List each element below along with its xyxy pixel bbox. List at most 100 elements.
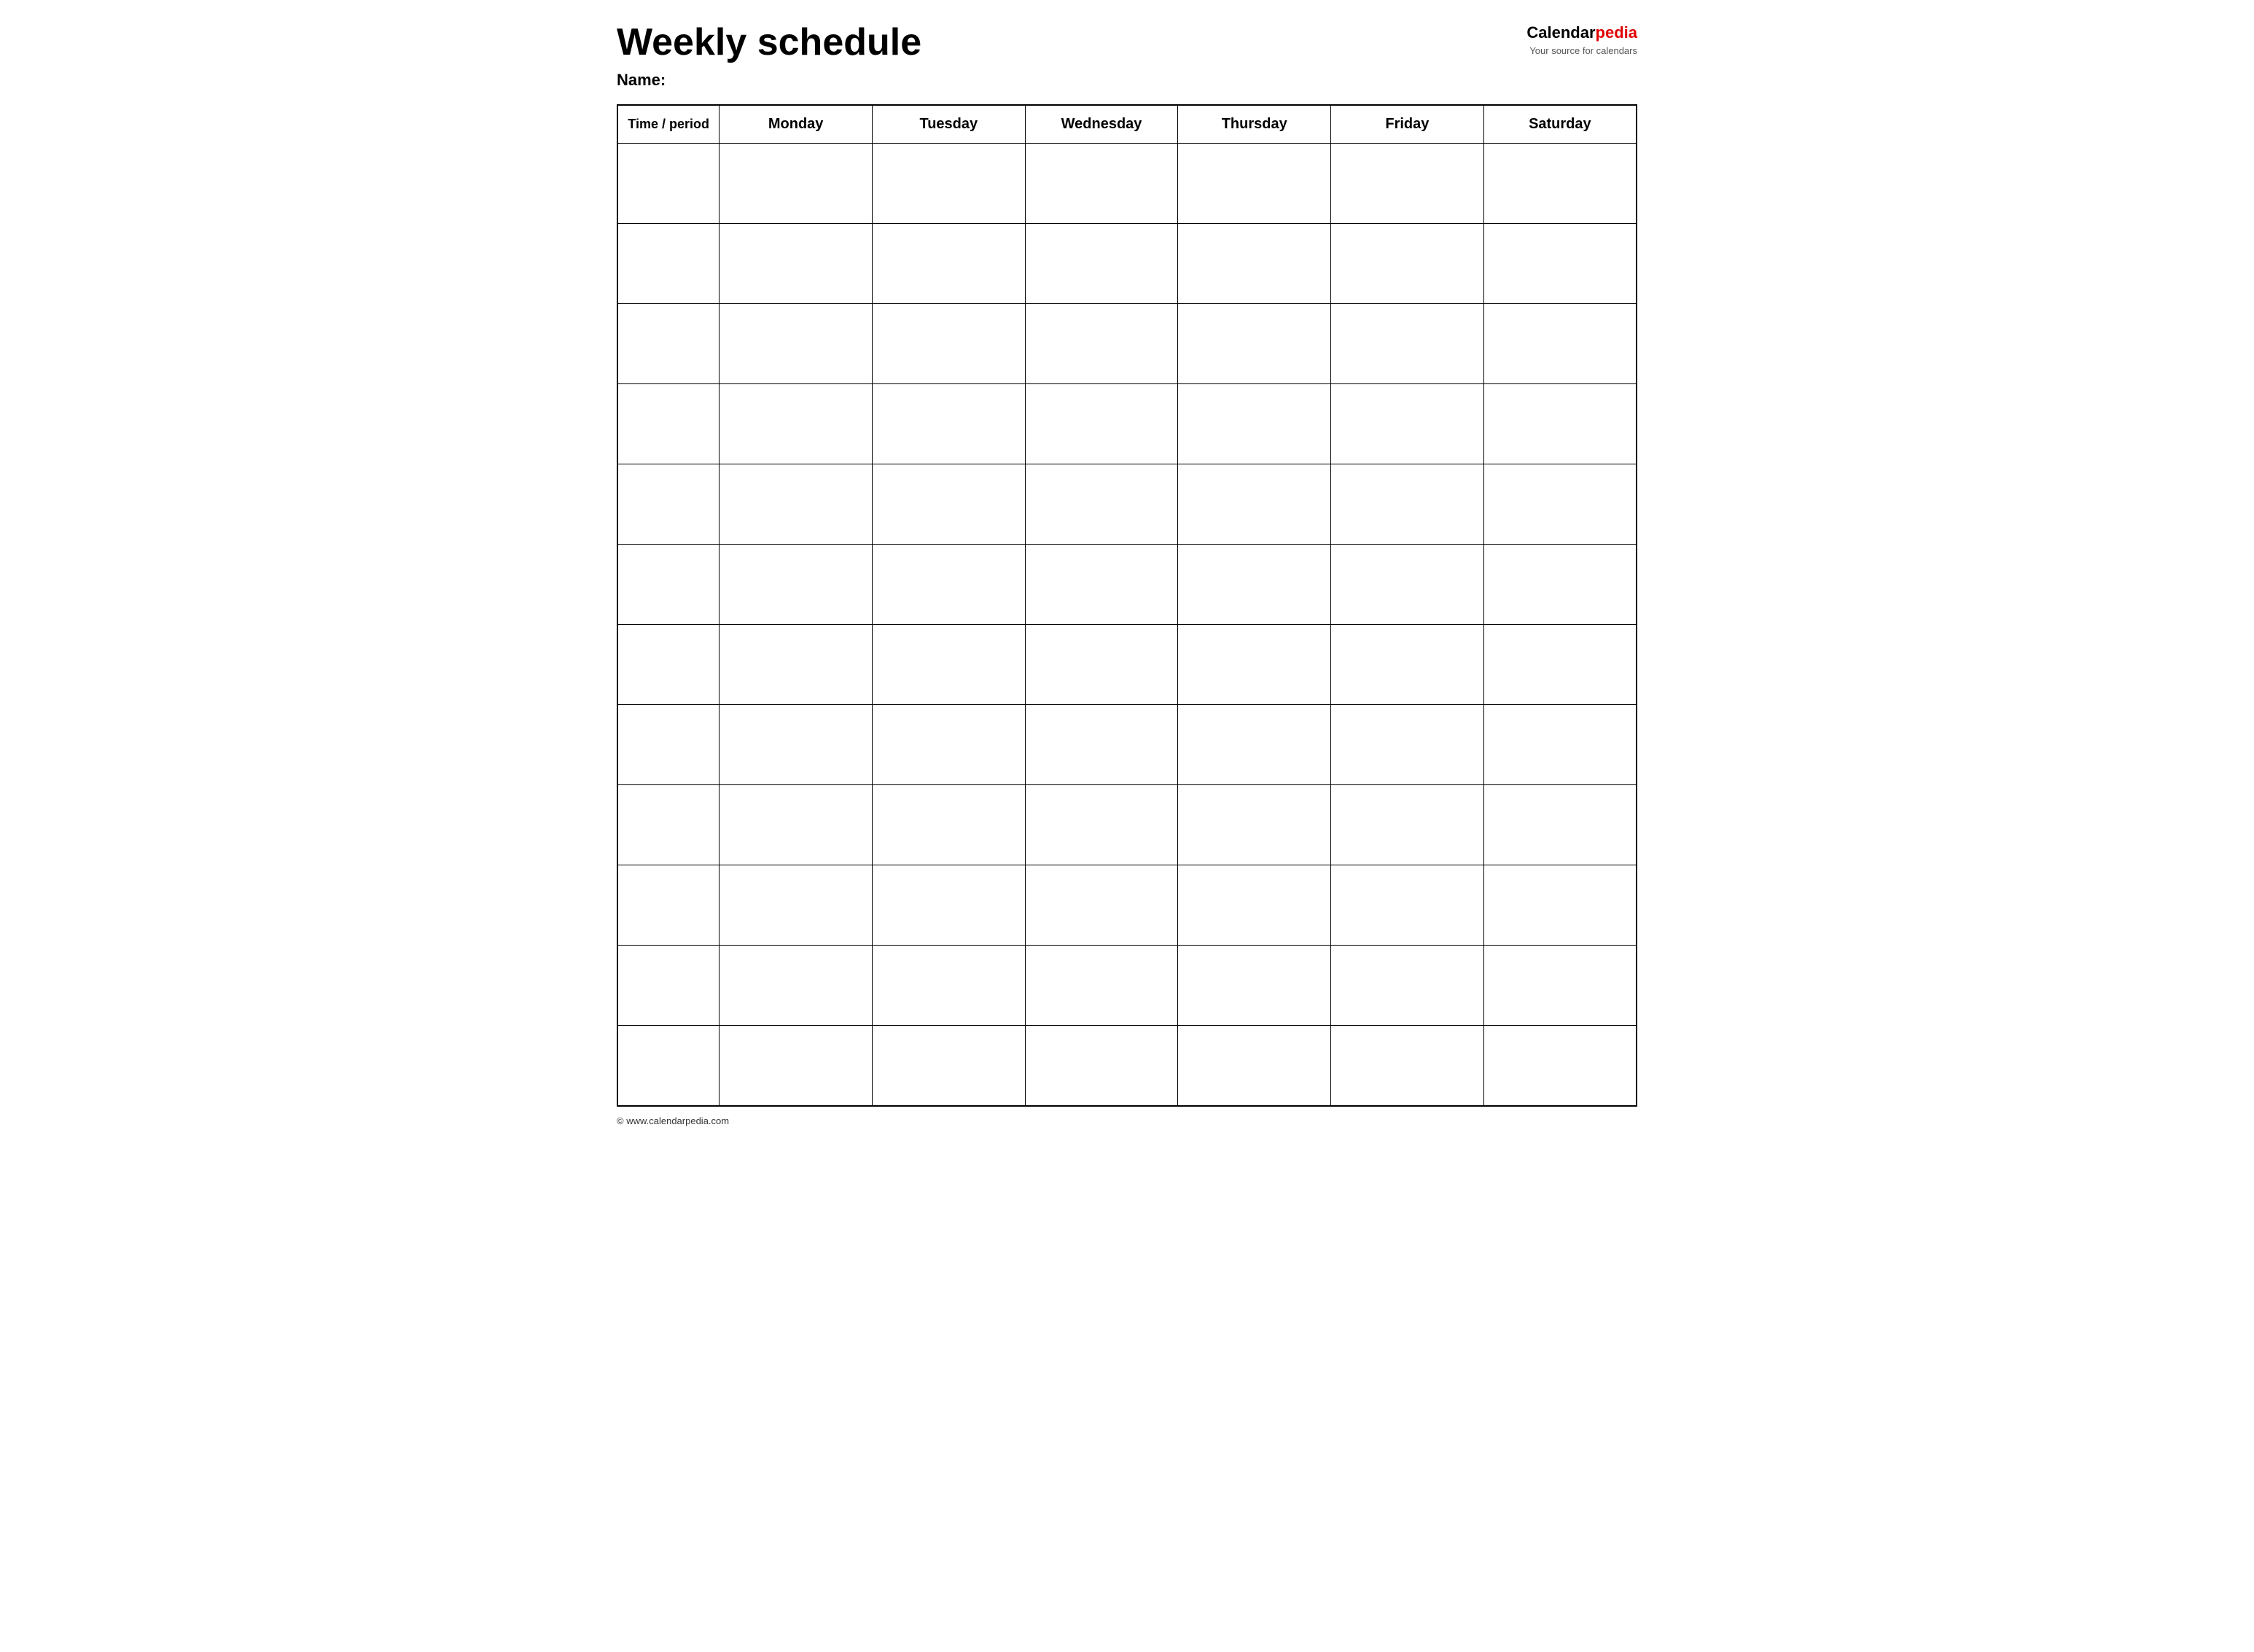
tuesday-cell[interactable]: [872, 625, 1025, 705]
friday-cell[interactable]: [1331, 224, 1484, 304]
friday-cell[interactable]: [1331, 865, 1484, 946]
tuesday-cell[interactable]: [872, 1026, 1025, 1106]
thursday-cell[interactable]: [1178, 625, 1331, 705]
monday-cell[interactable]: [720, 224, 873, 304]
footer: © www.calendarpedia.com: [617, 1115, 1637, 1126]
thursday-cell[interactable]: [1178, 1026, 1331, 1106]
monday-cell[interactable]: [720, 464, 873, 545]
saturday-cell[interactable]: [1483, 785, 1637, 865]
saturday-cell[interactable]: [1483, 384, 1637, 464]
time-cell[interactable]: [617, 304, 720, 384]
thursday-cell[interactable]: [1178, 785, 1331, 865]
friday-cell[interactable]: [1331, 785, 1484, 865]
saturday-cell[interactable]: [1483, 625, 1637, 705]
saturday-cell[interactable]: [1483, 224, 1637, 304]
monday-cell[interactable]: [720, 1026, 873, 1106]
logo-subtitle: Your source for calendars: [1526, 44, 1637, 58]
wednesday-cell[interactable]: [1025, 946, 1178, 1026]
saturday-cell[interactable]: [1483, 705, 1637, 785]
tuesday-cell[interactable]: [872, 545, 1025, 625]
wednesday-cell[interactable]: [1025, 224, 1178, 304]
thursday-cell[interactable]: [1178, 545, 1331, 625]
logo-text: Calendarpedia: [1526, 22, 1637, 44]
time-cell[interactable]: [617, 625, 720, 705]
time-cell[interactable]: [617, 1026, 720, 1106]
friday-cell[interactable]: [1331, 705, 1484, 785]
wednesday-cell[interactable]: [1025, 785, 1178, 865]
friday-cell[interactable]: [1331, 144, 1484, 224]
saturday-cell[interactable]: [1483, 545, 1637, 625]
wednesday-cell[interactable]: [1025, 1026, 1178, 1106]
friday-cell[interactable]: [1331, 545, 1484, 625]
footer-url: © www.calendarpedia.com: [617, 1115, 729, 1126]
time-cell[interactable]: [617, 946, 720, 1026]
friday-cell[interactable]: [1331, 384, 1484, 464]
col-header-tuesday: Tuesday: [872, 105, 1025, 144]
thursday-cell[interactable]: [1178, 705, 1331, 785]
tuesday-cell[interactable]: [872, 705, 1025, 785]
monday-cell[interactable]: [720, 144, 873, 224]
thursday-cell[interactable]: [1178, 865, 1331, 946]
thursday-cell[interactable]: [1178, 144, 1331, 224]
tuesday-cell[interactable]: [872, 464, 1025, 545]
monday-cell[interactable]: [720, 946, 873, 1026]
thursday-cell[interactable]: [1178, 946, 1331, 1026]
table-row: [617, 384, 1637, 464]
saturday-cell[interactable]: [1483, 865, 1637, 946]
wednesday-cell[interactable]: [1025, 705, 1178, 785]
friday-cell[interactable]: [1331, 946, 1484, 1026]
tuesday-cell[interactable]: [872, 304, 1025, 384]
table-row: [617, 785, 1637, 865]
saturday-cell[interactable]: [1483, 144, 1637, 224]
friday-cell[interactable]: [1331, 625, 1484, 705]
table-row: [617, 705, 1637, 785]
wednesday-cell[interactable]: [1025, 625, 1178, 705]
table-row: [617, 545, 1637, 625]
time-cell[interactable]: [617, 545, 720, 625]
tuesday-cell[interactable]: [872, 224, 1025, 304]
thursday-cell[interactable]: [1178, 304, 1331, 384]
page-container: Weekly schedule Calendarpedia Your sourc…: [617, 22, 1637, 1126]
monday-cell[interactable]: [720, 545, 873, 625]
tuesday-cell[interactable]: [872, 384, 1025, 464]
time-cell[interactable]: [617, 785, 720, 865]
time-cell[interactable]: [617, 705, 720, 785]
saturday-cell[interactable]: [1483, 304, 1637, 384]
table-row: [617, 304, 1637, 384]
time-cell[interactable]: [617, 144, 720, 224]
tuesday-cell[interactable]: [872, 946, 1025, 1026]
monday-cell[interactable]: [720, 705, 873, 785]
thursday-cell[interactable]: [1178, 464, 1331, 545]
wednesday-cell[interactable]: [1025, 545, 1178, 625]
tuesday-cell[interactable]: [872, 865, 1025, 946]
wednesday-cell[interactable]: [1025, 464, 1178, 545]
tuesday-cell[interactable]: [872, 785, 1025, 865]
friday-cell[interactable]: [1331, 1026, 1484, 1106]
time-cell[interactable]: [617, 224, 720, 304]
wednesday-cell[interactable]: [1025, 144, 1178, 224]
saturday-cell[interactable]: [1483, 1026, 1637, 1106]
saturday-cell[interactable]: [1483, 464, 1637, 545]
monday-cell[interactable]: [720, 304, 873, 384]
friday-cell[interactable]: [1331, 304, 1484, 384]
table-row: [617, 946, 1637, 1026]
col-header-saturday: Saturday: [1483, 105, 1637, 144]
logo-area: Calendarpedia Your source for calendars: [1526, 22, 1637, 58]
thursday-cell[interactable]: [1178, 384, 1331, 464]
monday-cell[interactable]: [720, 785, 873, 865]
thursday-cell[interactable]: [1178, 224, 1331, 304]
time-cell[interactable]: [617, 384, 720, 464]
table-row: [617, 224, 1637, 304]
wednesday-cell[interactable]: [1025, 304, 1178, 384]
monday-cell[interactable]: [720, 625, 873, 705]
saturday-cell[interactable]: [1483, 946, 1637, 1026]
table-row: [617, 464, 1637, 545]
monday-cell[interactable]: [720, 384, 873, 464]
time-cell[interactable]: [617, 865, 720, 946]
wednesday-cell[interactable]: [1025, 384, 1178, 464]
time-cell[interactable]: [617, 464, 720, 545]
wednesday-cell[interactable]: [1025, 865, 1178, 946]
monday-cell[interactable]: [720, 865, 873, 946]
friday-cell[interactable]: [1331, 464, 1484, 545]
tuesday-cell[interactable]: [872, 144, 1025, 224]
